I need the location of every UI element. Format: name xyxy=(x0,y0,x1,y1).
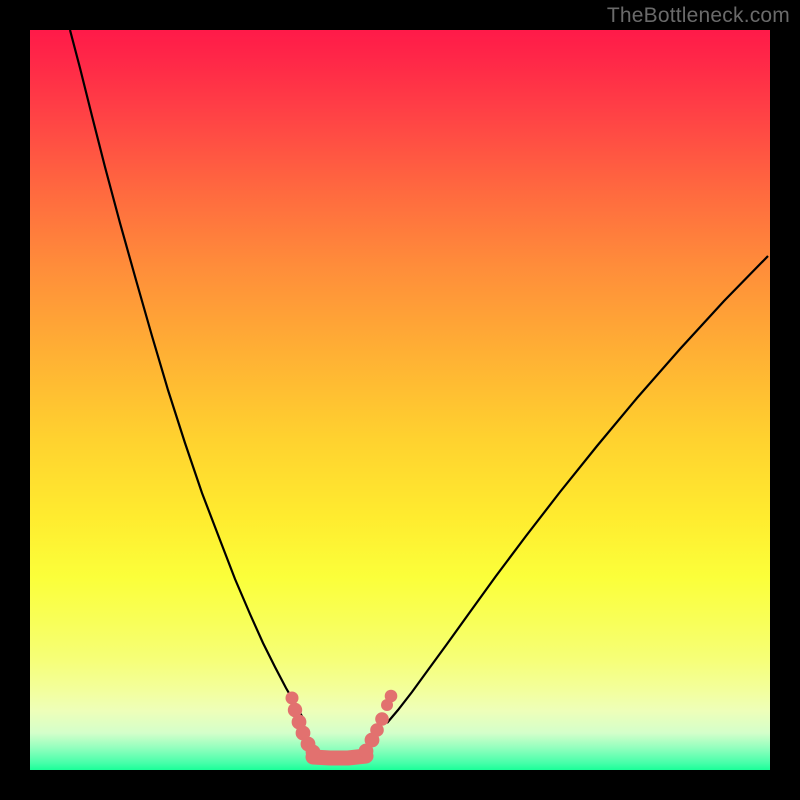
curve-right-branch xyxy=(387,256,768,723)
valley-marker xyxy=(375,712,389,726)
valley-marker xyxy=(286,692,299,705)
watermark-text: TheBottleneck.com xyxy=(607,4,790,28)
valley-markers-right xyxy=(359,690,398,759)
curve-left-branch xyxy=(70,30,305,722)
curve-svg xyxy=(30,30,770,770)
valley-marker xyxy=(306,745,321,760)
valley-marker xyxy=(385,690,398,703)
valley-floor xyxy=(313,756,366,758)
plot-area xyxy=(30,30,770,770)
valley-markers-left xyxy=(286,692,321,760)
chart-frame: TheBottleneck.com xyxy=(0,0,800,800)
